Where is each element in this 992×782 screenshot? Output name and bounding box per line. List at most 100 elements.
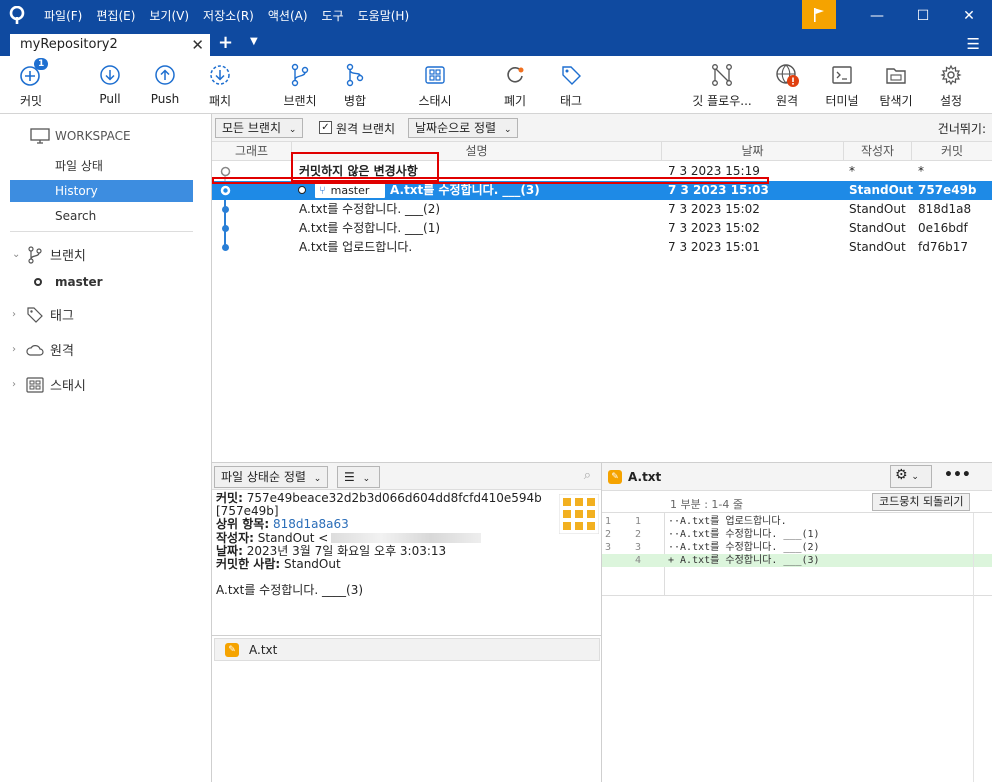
- branch-button[interactable]: 브랜치: [280, 62, 320, 109]
- commit-badge: 1: [34, 58, 49, 70]
- notification-flag-button[interactable]: [802, 0, 836, 29]
- more-options-icon[interactable]: •••: [944, 467, 971, 483]
- row-date: 7 3 2023 15:02: [668, 202, 760, 216]
- merge-icon: [346, 63, 364, 87]
- branch-filter-dropdown[interactable]: 모든 브랜치 ⌄: [215, 118, 304, 138]
- row-description: A.txt를 수정합니다. ___(2): [299, 202, 441, 216]
- discard-button[interactable]: 폐기: [500, 62, 530, 109]
- repository-tab-title: myRepository2: [20, 37, 118, 52]
- diff-options-dropdown[interactable]: ⚙ ⌄: [890, 465, 932, 488]
- row-commit: 818d1a8: [918, 202, 972, 216]
- table-row[interactable]: A.txt를 업로드합니다. 7 3 2023 15:01 StandOut f…: [212, 238, 992, 257]
- diff-scrollbar-track[interactable]: [973, 513, 974, 782]
- menu-tools[interactable]: 도구: [322, 7, 344, 24]
- settings-button[interactable]: 설정: [936, 62, 966, 109]
- branch-label-master[interactable]: ⑂ master: [315, 183, 386, 198]
- new-tab-button[interactable]: +: [218, 32, 233, 53]
- column-author[interactable]: 작성자: [844, 142, 912, 161]
- merge-button[interactable]: 병합: [340, 62, 370, 109]
- details-toolbar: 파일 상태순 정렬 ⌄ ☰ ⌄ ⌕: [212, 462, 601, 490]
- diff-line-text: ··A.txt를 업로드합니다.: [668, 516, 787, 527]
- branch-master-label: master: [55, 275, 103, 289]
- menu-actions[interactable]: 액션(A): [268, 7, 308, 24]
- pull-icon: [100, 65, 120, 85]
- maximize-button[interactable]: ☐: [900, 0, 946, 31]
- row-commit: *: [918, 164, 924, 178]
- explorer-button[interactable]: 탐색기: [878, 62, 914, 109]
- date-value: 2023년 3월 7일 화요일 오후 3:03:13: [246, 543, 447, 558]
- stashes-label: 스태시: [50, 379, 86, 394]
- row-description: A.txt를 수정합니다. ___(1): [299, 221, 441, 235]
- new-line-number: 4: [635, 555, 642, 566]
- stash-button[interactable]: 스태시: [414, 62, 456, 109]
- menu-file[interactable]: 파일(F): [44, 7, 82, 24]
- repository-tab[interactable]: myRepository2 ✕: [10, 34, 210, 56]
- stash-label: 스태시: [418, 94, 452, 108]
- view-mode-dropdown[interactable]: ☰ ⌄: [337, 466, 380, 488]
- tag-icon: [562, 66, 581, 85]
- jump-to-label: 건너뛰기:: [937, 122, 986, 136]
- sidebar-section-stashes[interactable]: › 스태시: [12, 375, 86, 394]
- search-icon[interactable]: ⌕: [584, 468, 591, 483]
- table-row[interactable]: A.txt를 수정합니다. ___(1) 7 3 2023 15:02 Stan…: [212, 219, 992, 238]
- git-flow-button[interactable]: 깃 플로우...: [690, 62, 754, 109]
- terminal-button[interactable]: 터미널: [824, 62, 860, 109]
- menu-bar: 파일(F) 편집(E) 보기(V) 저장소(R) 액션(A) 도구 도움말(H): [44, 0, 423, 31]
- menu-edit[interactable]: 편집(E): [96, 7, 135, 24]
- sidebar-section-branches[interactable]: ⌄ 브랜치: [12, 245, 86, 264]
- table-row[interactable]: A.txt를 수정합니다. ___(2) 7 3 2023 15:02 Stan…: [212, 200, 992, 219]
- workspace-header: WORKSPACE: [30, 128, 131, 144]
- row-date: 7 3 2023 15:02: [668, 221, 760, 235]
- fetch-button[interactable]: 패치: [204, 62, 236, 109]
- parent-hash-link[interactable]: 818d1a8a63: [273, 517, 349, 531]
- revert-hunk-button[interactable]: 코드뭉치 되돌리기: [872, 493, 971, 511]
- commit-button[interactable]: 1 커밋: [14, 58, 49, 109]
- committer-line: 커밋한 사람: StandOut: [216, 557, 597, 571]
- chevron-right-icon: ›: [12, 344, 16, 355]
- column-commit[interactable]: 커밋: [912, 142, 992, 161]
- sidebar-section-tags[interactable]: › 태그: [12, 305, 74, 324]
- checked-out-indicator-icon: [298, 186, 306, 194]
- diff-line: 1 1 ··A.txt를 업로드합니다.: [602, 515, 992, 528]
- diff-line-text: + A.txt를 수정합니다. ___(3): [668, 555, 820, 566]
- menu-view[interactable]: 보기(V): [149, 7, 189, 24]
- column-date[interactable]: 날짜: [662, 142, 844, 161]
- chevron-right-icon: ›: [12, 309, 16, 320]
- tab-dropdown-icon[interactable]: ▼: [250, 36, 258, 47]
- sidebar-item-file-status[interactable]: 파일 상태: [10, 155, 193, 177]
- file-sort-dropdown[interactable]: 파일 상태순 정렬 ⌄: [214, 466, 329, 488]
- sort-order-dropdown[interactable]: 날짜순으로 정렬 ⌄: [408, 118, 519, 138]
- fetch-label: 패치: [208, 94, 232, 108]
- column-graph[interactable]: 그래프: [212, 142, 292, 161]
- tag-button[interactable]: 태그: [556, 62, 586, 109]
- new-line-number: 3: [635, 542, 642, 553]
- remote-branches-checkbox[interactable]: ✓: [319, 121, 332, 134]
- sidebar-item-history[interactable]: History: [10, 180, 193, 202]
- push-button[interactable]: Push: [148, 62, 182, 106]
- minimize-button[interactable]: —: [854, 0, 900, 31]
- sidebar-section-remotes[interactable]: › 원격: [12, 340, 74, 359]
- sidebar-item-search[interactable]: Search: [10, 205, 193, 227]
- hunk-header: 1 부분 : 1-4 줄 코드뭉치 되돌리기: [602, 491, 992, 513]
- close-tab-icon[interactable]: ✕: [191, 34, 204, 56]
- stash-icon: [26, 376, 44, 393]
- sidebar-branch-master[interactable]: master: [34, 275, 103, 289]
- sidebar-divider: [10, 231, 193, 232]
- menu-help[interactable]: 도움말(H): [358, 7, 410, 24]
- row-author: StandOut: [849, 240, 906, 254]
- menu-repository[interactable]: 저장소(R): [203, 7, 254, 24]
- modified-file-icon: ✎: [225, 642, 239, 657]
- hamburger-menu-icon[interactable]: ☰: [967, 35, 980, 53]
- close-window-button[interactable]: ✕: [946, 0, 992, 31]
- chevron-down-icon: ⌄: [288, 125, 297, 135]
- row-commit: 0e16bdf: [918, 221, 968, 235]
- pull-button[interactable]: Pull: [94, 62, 126, 106]
- row-commit: fd76b17: [918, 240, 968, 254]
- branch-label: 브랜치: [283, 94, 317, 108]
- globe-icon: [776, 64, 799, 87]
- remote-button[interactable]: 원격: [772, 62, 802, 109]
- changed-file-item[interactable]: ✎ A.txt: [214, 638, 600, 661]
- row-author: StandOut: [849, 221, 906, 235]
- monitor-icon: [30, 128, 50, 144]
- file-sort-value: 파일 상태순 정렬: [221, 470, 306, 484]
